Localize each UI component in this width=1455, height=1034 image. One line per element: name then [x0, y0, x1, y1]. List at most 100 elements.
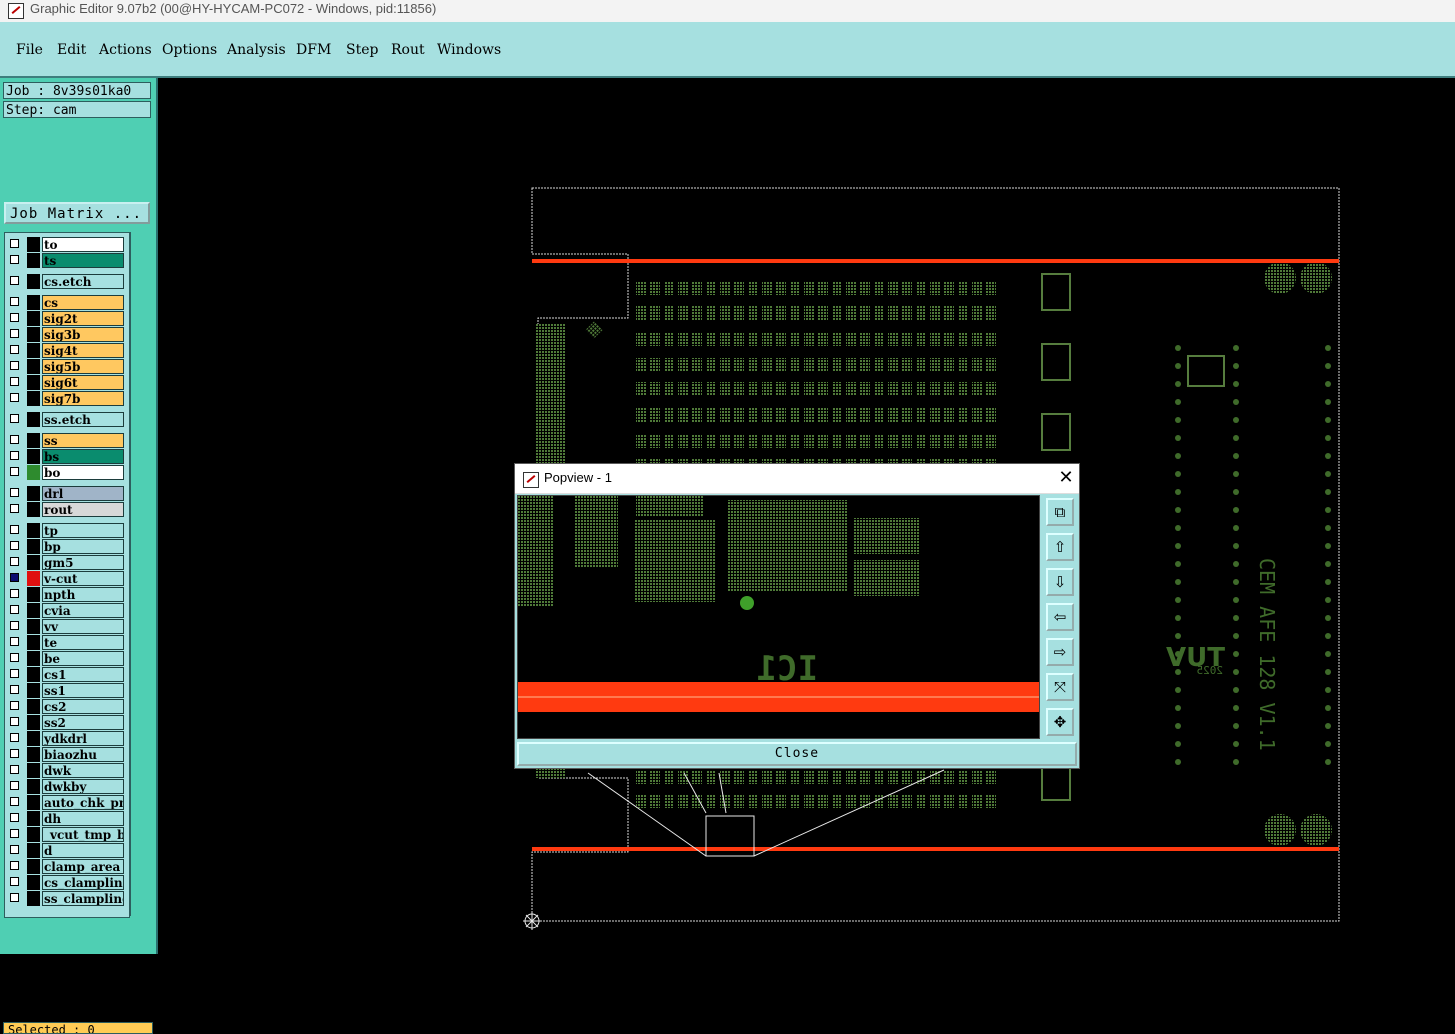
layer-name[interactable]: sig4t	[42, 343, 124, 358]
layer-checkbox[interactable]	[10, 621, 19, 630]
layer-name[interactable]: cs2	[42, 699, 124, 714]
layer-name[interactable]: sig2t	[42, 311, 124, 326]
layer-checkbox[interactable]	[10, 685, 19, 694]
layer-checkbox[interactable]	[10, 781, 19, 790]
menu-options[interactable]: Options	[162, 42, 217, 58]
layer-checkbox[interactable]	[10, 749, 19, 758]
layer-row-dh[interactable]: dh	[5, 811, 129, 826]
layer-name[interactable]: d	[42, 843, 124, 858]
layer-name[interactable]: bo	[42, 465, 124, 480]
layer-name[interactable]: npth	[42, 587, 124, 602]
layer-color-swatch[interactable]	[27, 875, 40, 890]
layer-color-swatch[interactable]	[27, 891, 40, 906]
layer-row-sig6t[interactable]: sig6t	[5, 375, 129, 390]
layer-name[interactable]: ts	[42, 253, 124, 268]
layer-name[interactable]: biaozhu	[42, 747, 124, 762]
layer-row-npth[interactable]: npth	[5, 587, 129, 602]
layer-name[interactable]: bp	[42, 539, 124, 554]
layer-color-swatch[interactable]	[27, 811, 40, 826]
layer-checkbox[interactable]	[10, 797, 19, 806]
layer-name[interactable]: clamp_area	[42, 859, 124, 874]
menu-rout[interactable]: Rout	[391, 42, 425, 58]
layer-name[interactable]: dwkby	[42, 779, 124, 794]
layer-name[interactable]: ss.etch	[42, 412, 124, 427]
layer-row-cs1[interactable]: cs1	[5, 667, 129, 682]
layer-name[interactable]: sig5b	[42, 359, 124, 374]
layer-checkbox[interactable]	[10, 276, 19, 285]
layer-list-scrollbar[interactable]	[130, 232, 153, 916]
layer-checkbox[interactable]	[10, 435, 19, 444]
layer-color-swatch[interactable]	[27, 465, 40, 480]
layer-row-ss[interactable]: ss	[5, 433, 129, 448]
layer-color-swatch[interactable]	[27, 667, 40, 682]
layer-checkbox[interactable]	[10, 488, 19, 497]
layer-checkbox[interactable]	[10, 829, 19, 838]
layer-color-swatch[interactable]	[27, 391, 40, 406]
layer-row-drl[interactable]: drl	[5, 486, 129, 501]
layer-color-swatch[interactable]	[27, 295, 40, 310]
layer-color-swatch[interactable]	[27, 412, 40, 427]
layer-checkbox[interactable]	[10, 637, 19, 646]
layer-color-swatch[interactable]	[27, 359, 40, 374]
layer-color-swatch[interactable]	[27, 253, 40, 268]
layer-name[interactable]: cs	[42, 295, 124, 310]
layer-checkbox[interactable]	[10, 573, 19, 582]
layer-row-rout[interactable]: rout	[5, 502, 129, 517]
layer-row-vv[interactable]: vv	[5, 619, 129, 634]
layer-row--vcut-tmp-ba[interactable]: _vcut_tmp_ba	[5, 827, 129, 842]
layer-name[interactable]: bs	[42, 449, 124, 464]
pan-down-icon[interactable]: ⇩	[1046, 568, 1074, 596]
close-icon[interactable]: ✕	[1055, 467, 1077, 489]
layer-checkbox[interactable]	[10, 669, 19, 678]
layer-row-biaozhu[interactable]: biaozhu	[5, 747, 129, 762]
layer-color-swatch[interactable]	[27, 523, 40, 538]
layer-name[interactable]: sig6t	[42, 375, 124, 390]
layer-row-ss-clampline[interactable]: ss_clampline	[5, 891, 129, 906]
layer-row-te[interactable]: te	[5, 635, 129, 650]
layer-checkbox[interactable]	[10, 589, 19, 598]
layer-color-swatch[interactable]	[27, 449, 40, 464]
layer-name[interactable]: to	[42, 237, 124, 252]
job-matrix-button[interactable]: Job Matrix ...	[4, 202, 150, 224]
layer-row-d[interactable]: d	[5, 843, 129, 858]
layer-color-swatch[interactable]	[27, 763, 40, 778]
layer-row-ss-etch[interactable]: ss.etch	[5, 412, 129, 427]
layer-row-bp[interactable]: bp	[5, 539, 129, 554]
layer-name[interactable]: auto_chk_pnl	[42, 795, 124, 810]
layer-row-v-cut[interactable]: v-cut	[5, 571, 129, 586]
layer-color-swatch[interactable]	[27, 603, 40, 618]
layer-row-clamp-area[interactable]: clamp_area	[5, 859, 129, 874]
layer-row-cs-clampline[interactable]: cs_clampline	[5, 875, 129, 890]
layer-checkbox[interactable]	[10, 467, 19, 476]
layer-row-sig7b[interactable]: sig7b	[5, 391, 129, 406]
layer-color-swatch[interactable]	[27, 587, 40, 602]
layer-checkbox[interactable]	[10, 297, 19, 306]
layer-checkbox[interactable]	[10, 329, 19, 338]
layer-color-swatch[interactable]	[27, 486, 40, 501]
pan-up-icon[interactable]: ⇧	[1046, 533, 1074, 561]
layer-color-swatch[interactable]	[27, 731, 40, 746]
layer-row-be[interactable]: be	[5, 651, 129, 666]
fit-page-icon[interactable]: ⧉	[1046, 498, 1074, 526]
layer-name[interactable]: dh	[42, 811, 124, 826]
layer-row-ts[interactable]: ts	[5, 253, 129, 268]
layer-name[interactable]: cs1	[42, 667, 124, 682]
layer-checkbox[interactable]	[10, 451, 19, 460]
layer-row-sig5b[interactable]: sig5b	[5, 359, 129, 374]
pan-right-icon[interactable]: ⇨	[1046, 638, 1074, 666]
layer-row-ss1[interactable]: ss1	[5, 683, 129, 698]
layer-color-swatch[interactable]	[27, 683, 40, 698]
layer-name[interactable]: tp	[42, 523, 124, 538]
layer-checkbox[interactable]	[10, 877, 19, 886]
layer-name[interactable]: gm5	[42, 555, 124, 570]
layer-name[interactable]: ss1	[42, 683, 124, 698]
layer-row-cs-etch[interactable]: cs.etch	[5, 274, 129, 289]
layer-checkbox[interactable]	[10, 377, 19, 386]
layer-checkbox[interactable]	[10, 525, 19, 534]
layer-color-swatch[interactable]	[27, 779, 40, 794]
popview-close-button[interactable]: Close	[517, 742, 1077, 766]
layer-name[interactable]: sig7b	[42, 391, 124, 406]
layer-color-swatch[interactable]	[27, 311, 40, 326]
layer-name[interactable]: ydkdrl	[42, 731, 124, 746]
layer-color-swatch[interactable]	[27, 555, 40, 570]
